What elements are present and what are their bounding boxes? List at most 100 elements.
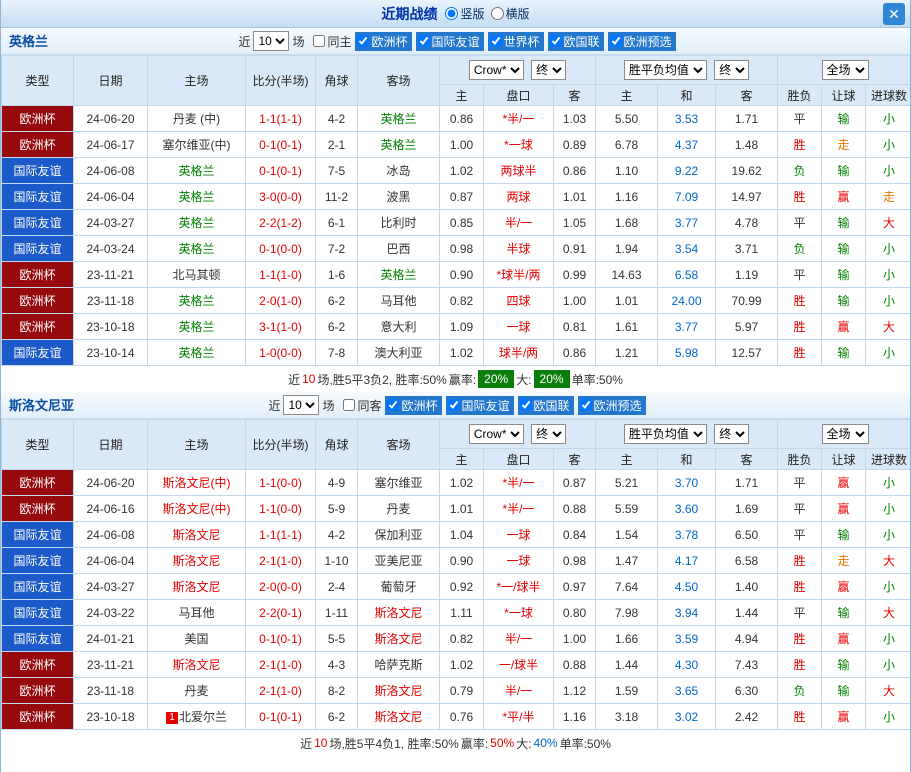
odds-away-cell: 0.88 [552,651,597,678]
competition-label: 欧洲预选 [623,34,672,49]
summary-segment: 赢率: [460,736,489,751]
competition-cell: 国际友谊 [1,521,74,548]
home-team-cell: 斯洛文尼(中) [147,469,246,496]
competition-label: 欧洲杯 [401,398,438,413]
avg-odds-select[interactable]: 胜平负均值 [623,424,707,444]
odds-stage-select[interactable]: 终 [531,424,567,444]
goals-cell: 小 [865,235,910,262]
competition-checkbox[interactable] [609,35,622,47]
avg-away-odds-cell: 1.71 [715,469,779,496]
away-team-cell: 斯洛文尼 [357,677,440,704]
away-team-cell: 波黑 [357,183,440,210]
odds-away-cell: 0.88 [552,495,597,522]
competition-checkbox[interactable] [579,399,592,411]
close-button[interactable]: ✕ [883,3,905,25]
recent-count-select[interactable]: 10 [253,31,290,51]
same-venue-filter[interactable]: 同主 [313,33,351,50]
bookmaker-select[interactable]: Crow* [468,60,524,80]
layout-option-vertical[interactable]: 竖版 [445,5,485,22]
avg-home-odds-cell: 5.50 [595,105,659,132]
goals-cell: 走 [865,183,910,210]
same-venue-checkbox[interactable] [313,35,326,47]
avg-home-odds-cell: 1.68 [595,209,659,236]
competition-chip[interactable]: 欧洲杯 [355,31,412,51]
competition-chip[interactable]: 欧洲预选 [577,395,646,415]
result-cell: 胜 [777,131,823,158]
col-type: 类型 [1,55,74,106]
date-cell: 23-10-18 [73,313,148,340]
col-handicap: 盘口 [483,84,554,106]
summary-bar: 近 10 场,胜5平3负2, 胜率:50% 赢率: 20% 大: 20% 单率:50… [1,366,910,392]
matches-label: 场 [322,398,335,413]
horizontal-layout-radio[interactable] [490,7,504,20]
scope-select[interactable]: 全场 [821,60,869,80]
corner-cell: 7-5 [315,157,358,184]
same-venue-filter[interactable]: 同客 [343,397,381,414]
competition-chip[interactable]: 国际友谊 [415,31,484,51]
layout-option-horizontal[interactable]: 横版 [490,5,530,22]
col-odds-away: 客 [552,448,597,470]
competition-label: 欧国联 [533,398,570,413]
match-row: 国际友谊 24-06-04 英格兰 3-0(0-0) 11-2 波黑 0.87 两球 1.01 1… [1,183,910,210]
competition-label: 国际友谊 [461,398,510,413]
score-cell: 2-1(1-0) [245,651,316,678]
competition-chip[interactable]: 世界杯 [487,31,544,51]
goals-cell: 小 [865,703,910,730]
avg-odds-select[interactable]: 胜平负均值 [623,60,707,80]
competition-chip[interactable]: 欧洲预选 [607,31,676,51]
avg-draw-odds-cell: 3.77 [657,313,717,340]
odds-away-cell: 0.86 [552,339,597,366]
corner-cell: 6-2 [315,287,358,314]
handicap-result-cell: 赢 [821,573,867,600]
competition-chip[interactable]: 欧国联 [547,31,604,51]
date-cell: 23-11-21 [73,261,148,288]
away-team-cell: 斯洛文尼 [357,625,440,652]
home-team-cell: 1 北爱尔兰 [147,703,246,730]
corner-cell: 6-1 [315,209,358,236]
scope-select[interactable]: 全场 [821,424,869,444]
result-cell: 平 [777,521,823,548]
summary-segment: 10 [302,372,316,386]
corner-cell: 6-2 [315,703,358,730]
competition-checkbox[interactable] [519,399,532,411]
same-venue-checkbox[interactable] [343,399,356,411]
date-cell: 24-06-20 [73,469,148,496]
summary-segment: 场,胜5平3负2, 胜率:50% [317,372,447,387]
corner-cell: 4-3 [315,651,358,678]
competition-chip[interactable]: 国际友谊 [445,395,514,415]
avg-home-odds-cell: 1.01 [595,287,659,314]
vertical-layout-radio[interactable] [445,7,459,20]
competition-checkbox[interactable] [387,399,400,411]
avg-stage-select[interactable]: 终 [714,60,750,80]
competition-checkbox[interactable] [489,35,502,47]
competition-chip[interactable]: 欧国联 [517,395,574,415]
col-home: 主场 [147,55,246,106]
date-cell: 24-03-24 [73,235,148,262]
score-cell: 2-2(0-1) [245,599,316,626]
odds-away-cell: 0.87 [552,469,597,496]
summary-segment: 20% [533,370,570,388]
avg-stage-select[interactable]: 终 [714,424,750,444]
avg-home-odds-cell: 14.63 [595,261,659,288]
recent-count-select[interactable]: 10 [283,395,320,415]
date-cell: 24-06-17 [73,131,148,158]
competition-label: 世界杯 [503,34,540,49]
odds-stage-select[interactable]: 终 [531,60,567,80]
competition-checkbox[interactable] [357,35,370,47]
competition-checkbox[interactable] [549,35,562,47]
competition-checkbox[interactable] [417,35,430,47]
competition-label: 国际友谊 [431,34,480,49]
home-team-cell: 英格兰 [147,157,246,184]
competition-chip[interactable]: 欧洲杯 [385,395,442,415]
competition-checkbox[interactable] [447,399,460,411]
odds-home-cell: 1.09 [439,313,484,340]
odds-home-cell: 0.82 [439,625,484,652]
home-team-cell: 斯洛文尼 [147,651,246,678]
odds-home-cell: 0.86 [439,105,484,132]
odds-away-cell: 1.03 [552,105,597,132]
away-team-cell: 塞尔维亚 [357,469,440,496]
avg-away-odds-cell: 6.58 [715,547,779,574]
bookmaker-select[interactable]: Crow* [468,424,524,444]
handicap-cell: *半/一 [483,469,554,496]
score-cell: 2-1(1-0) [245,677,316,704]
